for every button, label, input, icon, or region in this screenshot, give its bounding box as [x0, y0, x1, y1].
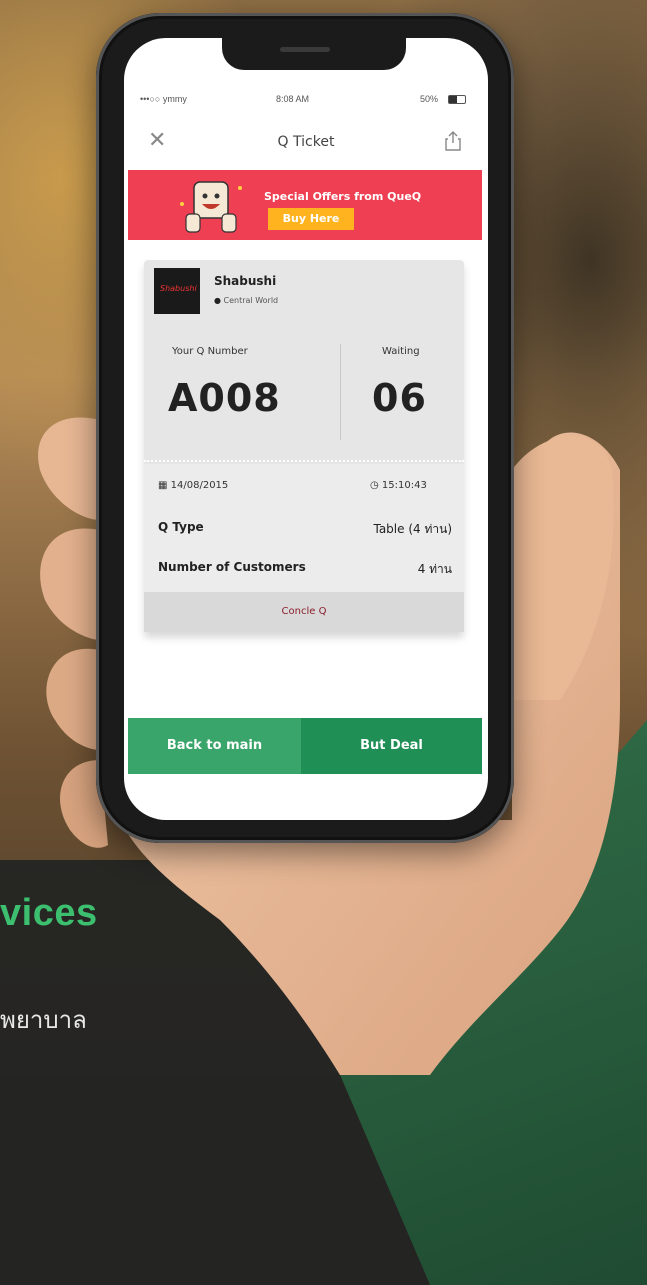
customers-label: Number of Customers — [158, 560, 306, 574]
phone-screen: •••○○ ymmy 8:08 AM 50% ✕ Q Ticket Specia… — [124, 38, 488, 820]
divider — [340, 344, 341, 440]
ticket-date: 14/08/2015 — [170, 480, 229, 491]
q-number-label: Your Q Number — [172, 346, 248, 357]
time-row: ◷ 15:10:43 — [370, 480, 427, 491]
shop-location: ● Central World — [214, 296, 278, 305]
status-time: 8:08 AM — [276, 94, 310, 104]
q-type-label: Q Type — [158, 520, 204, 534]
customers-value: 4 ท่าน — [417, 562, 452, 576]
caption-subtitle: พยาบาล — [0, 1006, 87, 1034]
battery-icon — [448, 95, 466, 104]
battery-level: 50% — [420, 94, 439, 104]
promo-text: Special Offers from QueQ — [264, 190, 422, 203]
carrier-signal: •••○○ ymmy — [140, 94, 187, 104]
clock-icon: ◷ — [370, 480, 379, 491]
buy-here-button[interactable]: Buy Here — [268, 208, 354, 230]
q-number: A008 — [168, 376, 281, 420]
ticket-details: ▦ 14/08/2015 ◷ 15:10:43 Q Type Table (4 … — [144, 464, 464, 592]
page-title: Q Ticket — [277, 134, 335, 150]
mascot-icon — [180, 181, 242, 233]
shop-logo: Shabushi — [154, 268, 200, 314]
waiting-label: Waiting — [382, 346, 420, 357]
cancel-q-button[interactable]: Concle Q — [144, 592, 464, 632]
ticket-card: Shabushi Shabushi ● Central World Your Q… — [144, 260, 464, 632]
nav-bar: ✕ Q Ticket — [124, 128, 488, 164]
phone-speaker — [280, 47, 330, 52]
back-to-main-button[interactable]: Back to main — [128, 718, 301, 774]
waiting-count: 06 — [372, 376, 427, 420]
buy-deal-button[interactable]: But Deal — [301, 718, 482, 774]
location-pin-icon: ● — [214, 296, 221, 305]
date-row: ▦ 14/08/2015 — [158, 480, 228, 491]
shop-name: Shabushi — [214, 274, 277, 288]
calendar-icon: ▦ — [158, 480, 168, 491]
perforation — [144, 460, 464, 462]
ticket-time: 15:10:43 — [381, 480, 427, 491]
share-icon[interactable] — [444, 130, 462, 152]
promo-banner[interactable]: Special Offers from QueQ Buy Here — [128, 170, 482, 240]
shop-location-text: Central World — [223, 296, 279, 305]
q-type-value: Table (4 ท่าน) — [373, 522, 452, 536]
caption-title: vices — [0, 892, 98, 934]
phone-notch — [222, 38, 406, 70]
